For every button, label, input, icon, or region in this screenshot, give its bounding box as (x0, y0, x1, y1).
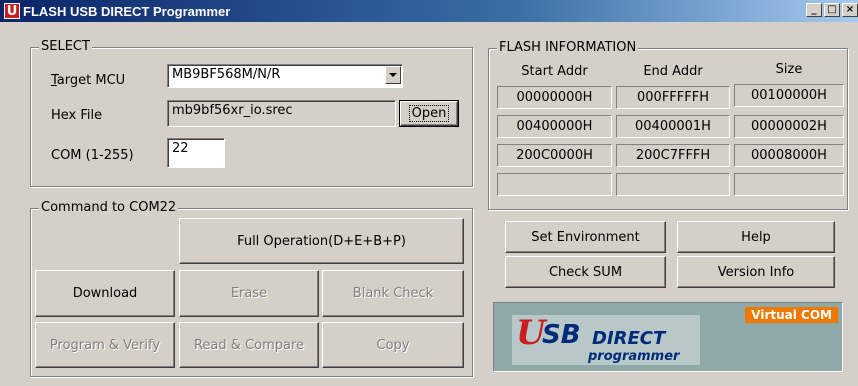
table-cell: 000FFFFFH (616, 86, 730, 109)
table-cell: 00100000H (734, 84, 844, 107)
select-legend: SELECT (39, 39, 92, 54)
hex-file-field: mb9bf56xr_io.srec (167, 100, 396, 127)
table-cell (734, 173, 844, 196)
table-cell: 00000000H (497, 86, 612, 109)
logo-sb: SB (542, 320, 581, 350)
table-cell: 00400000H (497, 115, 612, 138)
version-info-button[interactable]: Version Info (677, 256, 835, 288)
help-button[interactable]: Help (677, 221, 835, 253)
table-cell: 00008000H (734, 144, 844, 167)
target-mcu-label: Target MCU (51, 73, 126, 88)
logo-panel: Virtual COM U SB DIRECT programmer (493, 302, 843, 372)
chevron-down-icon[interactable] (385, 66, 401, 84)
minimize-button[interactable]: _ (806, 3, 822, 17)
title-bar: U FLASH USB DIRECT Programmer _ □ × (0, 0, 858, 22)
start-addr-header: Start Addr (521, 64, 588, 79)
hex-file-label: Hex File (51, 108, 103, 123)
com-value: 22 (172, 141, 189, 156)
window-title: FLASH USB DIRECT Programmer (23, 3, 231, 19)
program-verify-button[interactable]: Program & Verify (35, 322, 175, 368)
maximize-button[interactable]: □ (824, 3, 840, 17)
logo-programmer: programmer (588, 349, 680, 364)
check-sum-button[interactable]: Check SUM (505, 256, 666, 288)
target-mcu-select[interactable]: MB9BF568M/N/R (167, 64, 403, 88)
read-compare-button[interactable]: Read & Compare (179, 322, 319, 368)
erase-button[interactable]: Erase (179, 270, 319, 317)
table-cell: 200C0000H (497, 144, 612, 167)
open-button[interactable]: Open (399, 100, 459, 127)
command-legend: Command to COM22 (39, 200, 179, 215)
window-controls: _ □ × (806, 3, 858, 17)
table-cell (616, 173, 730, 196)
set-environment-button[interactable]: Set Environment (505, 221, 666, 253)
end-addr-header: End Addr (643, 64, 703, 79)
table-cell (497, 173, 612, 196)
copy-button[interactable]: Copy (322, 322, 464, 368)
close-button[interactable]: × (842, 3, 858, 17)
flash-info-legend: FLASH INFORMATION (497, 40, 639, 55)
full-operation-button[interactable]: Full Operation(D+E+B+P) (179, 218, 464, 264)
size-header: Size (775, 62, 803, 77)
table-cell: 00000002H (734, 115, 844, 138)
table-cell: 200C7FFFH (616, 144, 730, 167)
com-label: COM (1-255) (51, 148, 134, 163)
logo-direct: DIRECT (592, 328, 666, 349)
blank-check-button[interactable]: Blank Check (322, 270, 464, 317)
table-cell: 00400001H (616, 115, 730, 138)
target-mcu-value: MB9BF568M/N/R (172, 67, 281, 82)
app-icon: U (4, 3, 20, 19)
com-input[interactable]: 22 (167, 138, 225, 168)
download-button[interactable]: Download (35, 270, 175, 317)
virtual-com-badge: Virtual COM (745, 307, 838, 323)
hex-file-value: mb9bf56xr_io.srec (172, 103, 293, 118)
